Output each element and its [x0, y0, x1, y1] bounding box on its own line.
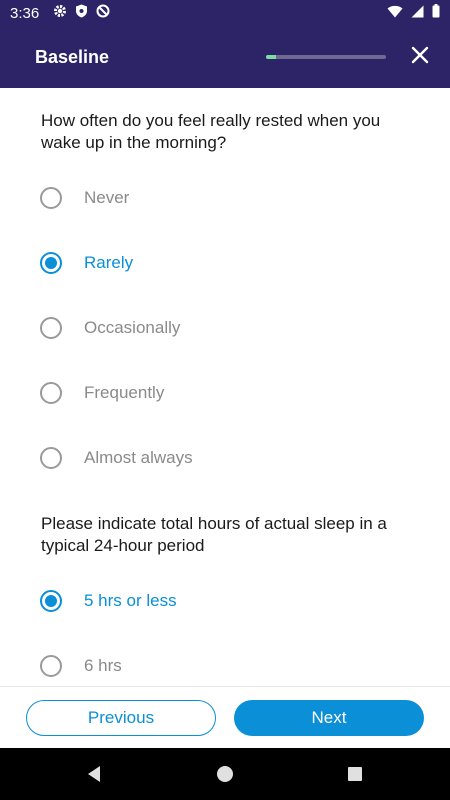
option-label: Occasionally: [84, 318, 181, 337]
status-bar: 3:36: [0, 0, 450, 26]
option-rarely[interactable]: Rarely: [40, 249, 400, 277]
option-label: Almost always: [84, 448, 193, 467]
app-bar: Baseline: [0, 26, 450, 88]
option-never[interactable]: Never: [40, 184, 400, 212]
gear-icon: [53, 4, 67, 22]
home-icon[interactable]: [215, 764, 235, 784]
radio-button[interactable]: [40, 590, 62, 612]
option-label: Frequently: [84, 383, 165, 402]
option-almost-always[interactable]: Almost always: [40, 444, 400, 472]
option-label: 6 hrs: [84, 656, 122, 675]
back-icon[interactable]: [84, 764, 104, 784]
no-disturb-icon: [96, 4, 110, 22]
radio-button[interactable]: [40, 317, 62, 339]
page-title: Baseline: [35, 46, 110, 67]
next-button[interactable]: Next: [234, 700, 424, 736]
option-label: Never: [84, 188, 130, 207]
footer-bar: Previous Next: [0, 686, 450, 748]
shield-icon: [75, 4, 88, 22]
option-frequently[interactable]: Frequently: [40, 379, 400, 407]
close-button[interactable]: [408, 45, 432, 69]
previous-button[interactable]: Previous: [26, 700, 216, 736]
signal-icon: [411, 5, 424, 22]
status-time: 3:36: [10, 4, 40, 22]
option-label: 5 hrs or less: [84, 591, 177, 610]
question-text: How often do you feel really rested when…: [41, 111, 381, 152]
question-text: Please indicate total hours of actual sl…: [41, 514, 387, 555]
radio-button[interactable]: [40, 382, 62, 404]
option-occasionally[interactable]: Occasionally: [40, 314, 400, 342]
battery-icon: [432, 4, 440, 22]
option-5-hrs-or-less[interactable]: 5 hrs or less: [40, 587, 400, 615]
wifi-icon: [387, 5, 403, 22]
system-nav-bar: [0, 748, 450, 800]
option-6-hrs[interactable]: 6 hrs: [40, 652, 400, 680]
option-label: Rarely: [84, 253, 134, 272]
radio-button[interactable]: [40, 187, 62, 209]
radio-button[interactable]: [40, 252, 62, 274]
radio-button[interactable]: [40, 655, 62, 677]
close-icon: [411, 46, 429, 69]
progress-bar: [266, 55, 386, 59]
recents-icon[interactable]: [345, 764, 365, 784]
survey-content[interactable]: How often do you feel really rested when…: [0, 88, 450, 686]
radio-button[interactable]: [40, 447, 62, 469]
progress-fill: [266, 55, 276, 59]
